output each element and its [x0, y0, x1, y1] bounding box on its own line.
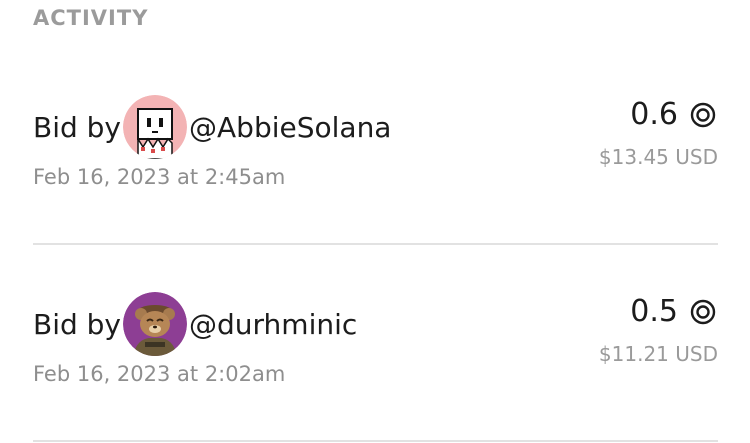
bid-usd-value: $11.21 USD [598, 342, 718, 366]
section-title: ACTIVITY [33, 6, 149, 30]
activity-row[interactable]: Bid by @AbbieSolana Feb 16, 2023 at 2:45… [33, 93, 718, 193]
coin-icon [690, 102, 716, 127]
divider [33, 440, 718, 442]
bid-amount-value: 0.5 [630, 294, 678, 329]
bear-avatar-icon[interactable] [123, 292, 188, 356]
bid-amount: 0.5 [630, 294, 716, 329]
bid-usd-value: $13.45 USD [598, 145, 718, 169]
bid-amount-value: 0.6 [630, 97, 678, 132]
activity-row[interactable]: Bid by @durhminic Feb 16, 2023 at 2:02am… [33, 290, 718, 390]
bid-prefix: Bid by [33, 110, 122, 144]
ghost-avatar-icon[interactable] [123, 95, 188, 159]
activity-panel: ACTIVITY Bid by @AbbieSolana Feb 16, 202… [0, 0, 750, 443]
coin-icon [690, 299, 716, 324]
bid-amount: 0.6 [630, 97, 716, 132]
divider [33, 243, 718, 245]
bid-prefix: Bid by [33, 307, 122, 341]
bid-line: Bid by @durhminic [33, 290, 357, 358]
bid-line: Bid by @AbbieSolana [33, 93, 391, 161]
bid-timestamp: Feb 16, 2023 at 2:02am [33, 362, 286, 386]
bidder-username[interactable]: @AbbieSolana [189, 111, 391, 144]
bidder-username[interactable]: @durhminic [189, 308, 357, 341]
bid-timestamp: Feb 16, 2023 at 2:45am [33, 165, 286, 189]
